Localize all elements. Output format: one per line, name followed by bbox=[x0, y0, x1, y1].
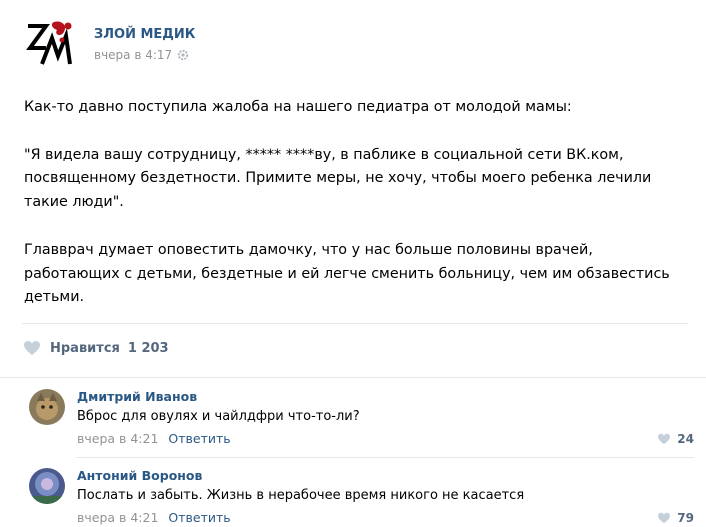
comment-author[interactable]: Дмитрий Иванов bbox=[77, 389, 197, 404]
post-paragraph: Главврач думает оповестить дамочку, что … bbox=[24, 241, 670, 306]
reply-link[interactable]: Ответить bbox=[168, 510, 230, 525]
comment-time[interactable]: вчера в 4:21 bbox=[77, 431, 158, 446]
heart-icon bbox=[24, 341, 40, 355]
community-logo[interactable] bbox=[24, 18, 76, 70]
comment-like-count: 24 bbox=[677, 432, 694, 446]
gear-icon[interactable] bbox=[177, 49, 189, 61]
avatar[interactable] bbox=[29, 468, 65, 504]
divider bbox=[0, 377, 706, 378]
post-text: Как-то давно поступила жалоба на нашего … bbox=[24, 96, 689, 310]
likes-count: 1 203 bbox=[127, 340, 169, 356]
comment-author[interactable]: Антоний Воронов bbox=[77, 468, 202, 483]
heart-icon bbox=[658, 512, 671, 524]
post-time[interactable]: вчера в 4:17 bbox=[94, 48, 172, 62]
comment-like-button[interactable]: 24 bbox=[657, 432, 694, 446]
post-paragraph: Как-то давно поступила жалоба на нашего … bbox=[24, 99, 572, 115]
post-paragraph: "Я видела вашу сотрудницу, ***** ****ву,… bbox=[24, 146, 652, 211]
post-header: ЗЛОЙ МЕДИК вчера в 4:17 bbox=[24, 18, 704, 70]
heart-icon bbox=[658, 433, 671, 445]
comment-text: Послать и забыть. Жизнь в нерабочее врем… bbox=[77, 488, 525, 503]
comment-like-button[interactable]: 79 bbox=[657, 511, 694, 525]
like-button[interactable]: Нравится 1 203 bbox=[23, 340, 169, 356]
comment-like-count: 79 bbox=[677, 511, 694, 525]
divider bbox=[76, 457, 694, 458]
comment-time[interactable]: вчера в 4:21 bbox=[77, 510, 158, 525]
post-author[interactable]: ЗЛОЙ МЕДИК bbox=[94, 27, 195, 42]
comment-meta: вчера в 4:21 Ответить bbox=[77, 431, 231, 446]
reply-link[interactable]: Ответить bbox=[168, 431, 230, 446]
comment-meta: вчера в 4:21 Ответить bbox=[77, 510, 231, 525]
comment-text: Вброс для овулях и чайлдфри что-то-ли? bbox=[77, 409, 360, 424]
likes-label: Нравится bbox=[50, 340, 120, 356]
post-meta: вчера в 4:17 bbox=[94, 48, 189, 62]
divider bbox=[22, 323, 688, 324]
avatar[interactable] bbox=[29, 389, 65, 425]
